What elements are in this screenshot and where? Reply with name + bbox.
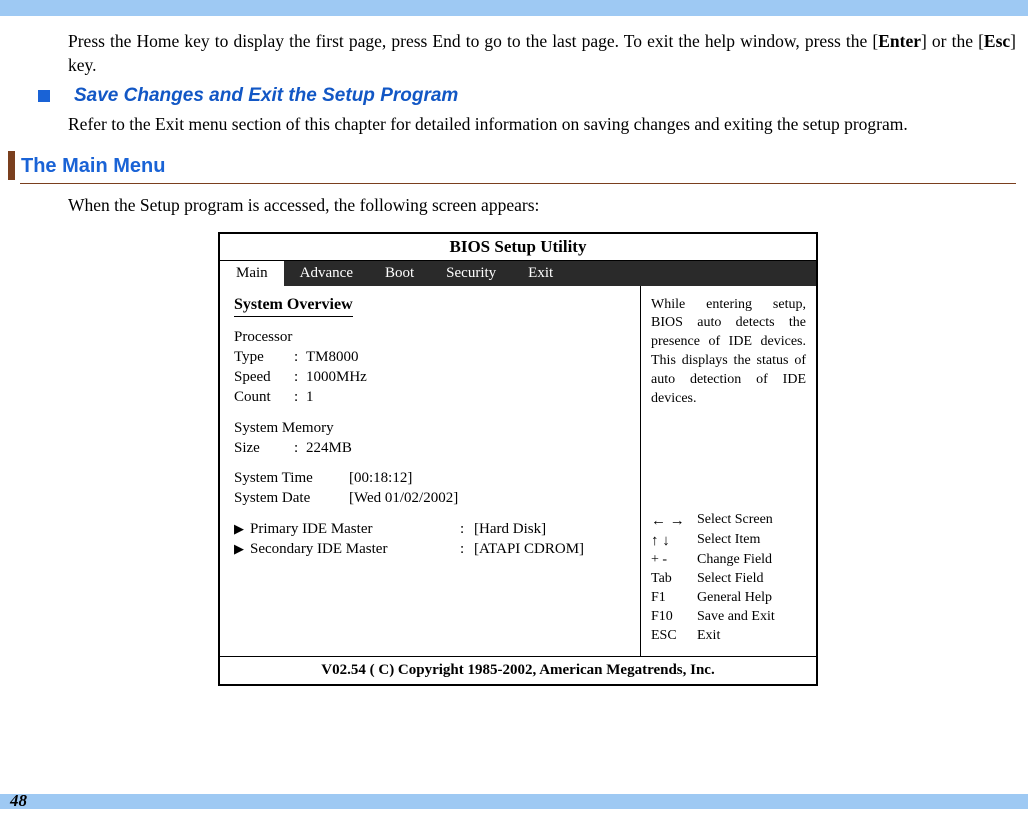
processor-heading: Processor <box>234 327 630 347</box>
system-date-label: System Date <box>234 488 349 508</box>
key-f1: F1 <box>651 589 697 608</box>
sub-paragraph: Refer to the Exit menu section of this c… <box>68 113 1016 137</box>
primary-ide-value: [Hard Disk] <box>474 519 546 539</box>
system-time-value[interactable]: [00:18:12] <box>349 468 412 488</box>
bios-left-pane: System Overview Processor Type:TM8000 Sp… <box>220 286 641 656</box>
tab-exit[interactable]: Exit <box>512 261 569 286</box>
processor-block: Processor Type:TM8000 Speed:1000MHz Coun… <box>234 327 630 408</box>
bios-key-legend: ← →Select Screen ↑ ↓Select Item + -Chang… <box>651 511 806 646</box>
memory-heading: System Memory <box>234 418 630 438</box>
key-general-help: General Help <box>697 589 772 608</box>
tab-main[interactable]: Main <box>220 261 284 286</box>
key-exit: Exit <box>697 627 720 646</box>
key-esc: ESC <box>651 627 697 646</box>
tab-security[interactable]: Security <box>430 261 512 286</box>
page-number: 48 <box>10 791 27 811</box>
triangle-right-icon: ▶ <box>234 540 244 558</box>
tab-advance[interactable]: Advance <box>284 261 369 286</box>
key-leftright-icon: ← → <box>651 511 697 531</box>
proc-type-label: Type <box>234 347 294 367</box>
proc-speed-value: 1000MHz <box>306 367 367 387</box>
mem-size-label: Size <box>234 438 294 458</box>
bios-help-text: While entering setup, BIOS auto detects … <box>651 296 806 409</box>
secondary-ide-label[interactable]: Secondary IDE Master <box>250 539 460 559</box>
section-title-container: The Main Menu <box>21 151 1016 180</box>
bios-tab-bar: Main Advance Boot Security Exit <box>220 261 816 286</box>
key-change-field: Change Field <box>697 551 772 570</box>
datetime-block: System Time[00:18:12] System Date[Wed 01… <box>234 468 630 509</box>
key-select-screen: Select Screen <box>697 511 773 531</box>
ide-block: ▶ Primary IDE Master : [Hard Disk] ▶ Sec… <box>234 519 630 560</box>
footer-bar <box>0 794 1028 809</box>
tab-boot[interactable]: Boot <box>369 261 430 286</box>
system-time-label: System Time <box>234 468 349 488</box>
key-f10: F10 <box>651 608 697 627</box>
proc-count-label: Count <box>234 387 294 407</box>
key-updown-icon: ↑ ↓ <box>651 531 697 551</box>
bios-title: BIOS Setup Utility <box>220 234 816 261</box>
key-select-item: Select Item <box>697 531 760 551</box>
subheading-row: Save Changes and Exit the Setup Program <box>28 85 1016 107</box>
system-date-value[interactable]: [Wed 01/02/2002] <box>349 488 458 508</box>
section-accent-bar <box>8 151 15 180</box>
section-paragraph: When the Setup program is accessed, the … <box>68 194 1016 218</box>
bios-body: System Overview Processor Type:TM8000 Sp… <box>220 286 816 656</box>
key-tab: Tab <box>651 570 697 589</box>
mem-size-value: 224MB <box>306 438 352 458</box>
secondary-ide-value: [ATAPI CDROM] <box>474 539 584 559</box>
memory-block: System Memory Size:224MB <box>234 418 630 459</box>
section-title: The Main Menu <box>21 151 1016 180</box>
header-bar <box>0 0 1028 16</box>
bios-footer: V02.54 ( C) Copyright 1985-2002, America… <box>220 656 816 684</box>
proc-count-value: 1 <box>306 387 314 407</box>
key-select-field: Select Field <box>697 570 764 589</box>
section-heading-wrap: The Main Menu <box>8 151 1016 180</box>
system-overview-heading: System Overview <box>234 296 353 317</box>
page-content: Press the Home key to display the first … <box>0 16 1016 686</box>
square-bullet-icon <box>38 90 50 102</box>
proc-speed-label: Speed <box>234 367 294 387</box>
section-underline <box>20 183 1016 184</box>
proc-type-value: TM8000 <box>306 347 359 367</box>
intro-paragraph: Press the Home key to display the first … <box>68 30 1016 77</box>
key-save-exit: Save and Exit <box>697 608 775 627</box>
bios-screenshot: BIOS Setup Utility Main Advance Boot Sec… <box>218 232 818 686</box>
triangle-right-icon: ▶ <box>234 520 244 538</box>
bios-right-pane: While entering setup, BIOS auto detects … <box>641 286 816 656</box>
primary-ide-label[interactable]: Primary IDE Master <box>250 519 460 539</box>
key-plusminus: + - <box>651 551 697 570</box>
subheading-text: Save Changes and Exit the Setup Program <box>74 85 458 107</box>
